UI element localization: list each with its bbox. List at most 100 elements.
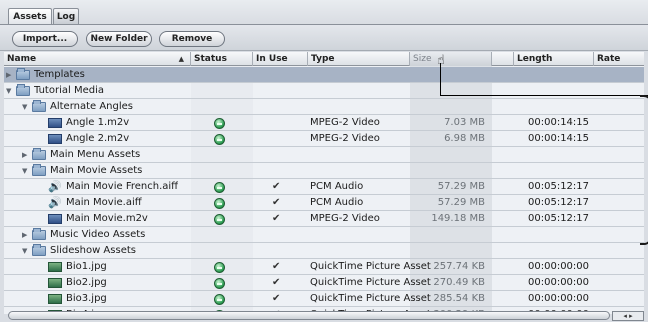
in-use-check-icon: ✔: [272, 181, 281, 192]
row-size: 7.03 MB: [444, 117, 485, 128]
in-use-check-icon: ✔: [272, 197, 281, 208]
tab-assets[interactable]: Assets: [8, 8, 52, 24]
audio-icon: 🔊: [48, 180, 62, 193]
column-header-type[interactable]: Type: [308, 52, 410, 66]
table-row[interactable]: Bio1.jpg ✔ QuickTime Picture Asset 257.74 K…: [4, 259, 644, 275]
table-row[interactable]: ▼ Slideshow Assets: [4, 243, 644, 259]
row-name: Main Menu Assets: [50, 149, 141, 160]
in-use-check-icon: ✔: [272, 261, 281, 272]
row-name: Main Movie.m2v: [66, 213, 148, 224]
folder-icon: [32, 148, 46, 160]
column-header-name-label: Name: [7, 54, 37, 64]
disclosure-open-icon[interactable]: ▼: [6, 83, 11, 99]
row-size: 57.29 MB: [437, 197, 485, 208]
row-size: 57.29 MB: [437, 181, 485, 192]
disclosure-open-icon[interactable]: ▼: [22, 99, 27, 115]
disclosure-closed-icon[interactable]: ▶: [22, 147, 27, 163]
column-header-size[interactable]: Size: [410, 52, 492, 66]
new-folder-button[interactable]: New Folder: [86, 31, 152, 47]
column-header-rate[interactable]: Rate: [594, 52, 644, 66]
asset-toolbar: Import... New Folder Remove: [0, 25, 648, 51]
table-row[interactable]: Main Movie.m2v ✔ MPEG-2 Video 149.18 MB 00:0…: [4, 211, 644, 227]
scroll-arrow-buttons[interactable]: ◂ ▸: [612, 311, 644, 321]
row-name: Angle 1.m2v: [66, 117, 130, 128]
table-row[interactable]: Angle 2.m2v MPEG-2 Video 6.98 MB 00:00:14:1…: [4, 131, 644, 147]
row-length: 00:05:12:17: [528, 213, 590, 224]
row-size: 270.49 KB: [433, 277, 485, 288]
row-length: 00:05:12:17: [528, 197, 590, 208]
folder-icon: [32, 100, 46, 112]
row-size: 257.74 KB: [433, 261, 485, 272]
row-name: Main Movie Assets: [50, 165, 143, 176]
table-row[interactable]: Bio3.jpg ✔ QuickTime Picture Asset 285.54 K…: [4, 291, 644, 307]
folder-icon: [16, 68, 30, 80]
row-length: 00:00:14:15: [528, 133, 590, 144]
table-row[interactable]: ▼ Main Movie Assets: [4, 163, 644, 179]
table-row[interactable]: Bio2.jpg ✔ QuickTime Picture Asset 270.49 K…: [4, 275, 644, 291]
table-row[interactable]: ▶ Main Menu Assets: [4, 147, 644, 163]
status-ok-icon: [214, 118, 225, 129]
table-row[interactable]: ▶ Music Video Assets: [4, 227, 644, 243]
row-name: Tutorial Media: [34, 85, 104, 96]
table-row[interactable]: 🔊 Main Movie French.aiff ✔ PCM Audio 57.29 M…: [4, 179, 644, 195]
horizontal-scrollbar[interactable]: [8, 311, 610, 320]
video-icon: [48, 214, 62, 224]
row-length: 00:00:14:15: [528, 117, 590, 128]
row-length: 00:05:12:17: [528, 181, 590, 192]
row-name: Angle 2.m2v: [66, 133, 130, 144]
status-ok-icon: [214, 278, 225, 289]
row-size: 6.98 MB: [444, 133, 485, 144]
column-header-spacer: [492, 52, 514, 66]
row-name: Bio2.jpg: [66, 277, 107, 288]
column-header-name[interactable]: Name ▲: [4, 52, 191, 66]
row-name: Alternate Angles: [50, 101, 134, 112]
disclosure-closed-icon[interactable]: ▶: [22, 227, 27, 243]
disclosure-open-icon[interactable]: ▼: [22, 243, 27, 259]
folder-icon: [32, 164, 46, 176]
image-icon: [48, 294, 62, 304]
row-size: 285.54 KB: [433, 293, 485, 304]
row-name: Main Movie French.aiff: [66, 181, 179, 192]
row-name: Bio3.jpg: [66, 293, 107, 304]
row-length: 00:00:00:00: [528, 277, 590, 288]
row-name: Templates: [34, 69, 85, 80]
folder-icon: [32, 244, 46, 256]
table-row[interactable]: ▼ Tutorial Media: [4, 83, 644, 99]
row-name: Bio1.jpg: [66, 261, 107, 272]
hand-cursor-icon: ☝: [437, 53, 445, 68]
column-header-status[interactable]: Status: [191, 52, 253, 66]
table-header: Name ▲ Status In Use Type Size Length Ra…: [4, 52, 644, 66]
status-ok-icon: [214, 262, 225, 273]
disclosure-open-icon[interactable]: ▼: [22, 163, 27, 179]
in-use-check-icon: ✔: [272, 277, 281, 288]
table-row[interactable]: ▼ Alternate Angles: [4, 99, 644, 115]
row-name: Slideshow Assets: [50, 245, 136, 256]
row-length: 00:00:00:00: [528, 261, 590, 272]
in-use-check-icon: ✔: [272, 213, 281, 224]
video-icon: [48, 134, 62, 144]
callout-line-horizontal: [440, 95, 648, 96]
sort-ascending-icon: ▲: [178, 55, 184, 63]
table-row[interactable]: 🔊 Main Movie.aiff ✔ PCM Audio 57.29 MB 00:05:…: [4, 195, 644, 211]
tab-strip: Assets Log: [0, 0, 648, 28]
remove-button[interactable]: Remove: [159, 31, 225, 47]
row-length: 00:00:00:00: [528, 293, 590, 304]
asset-table: Name ▲ Status In Use Type Size Length Ra…: [4, 52, 644, 314]
tab-log[interactable]: Log: [53, 8, 79, 24]
image-icon: [48, 278, 62, 288]
status-ok-icon: [214, 294, 225, 305]
in-use-check-icon: ✔: [272, 293, 281, 304]
status-ok-icon: [214, 198, 225, 209]
table-row[interactable]: ▶ Templates: [4, 67, 644, 83]
disclosure-closed-icon[interactable]: ▶: [6, 67, 11, 83]
callout-bracket: [640, 95, 648, 245]
column-header-length[interactable]: Length: [514, 52, 594, 66]
column-header-in-use[interactable]: In Use: [253, 52, 308, 66]
audio-icon: 🔊: [48, 196, 62, 209]
import-button[interactable]: Import...: [12, 31, 78, 47]
row-name: Main Movie.aiff: [66, 197, 142, 208]
folder-icon: [32, 228, 46, 240]
table-row[interactable]: Angle 1.m2v MPEG-2 Video 7.03 MB 00:00:14:1…: [4, 115, 644, 131]
status-ok-icon: [214, 214, 225, 225]
row-name: Music Video Assets: [50, 229, 146, 240]
